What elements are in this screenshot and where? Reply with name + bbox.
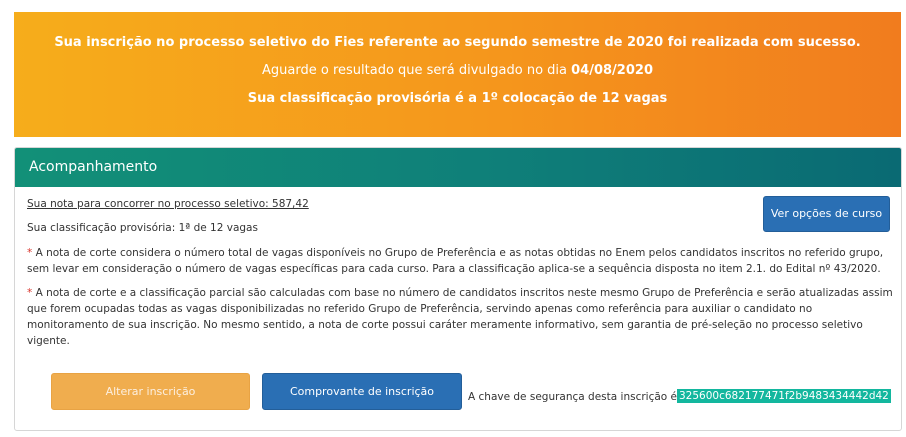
note2-line3: monitoramento de sua inscrição. No mesmo… [27,319,863,331]
classificacao-text: Sua classificação provisória: 1ª de 12 v… [27,222,258,234]
note2-line4: vigente. [27,335,70,347]
note2-line1: * A nota de corte e a classificação parc… [27,287,893,299]
note1-line1-text: A nota de corte considera o número total… [32,247,884,259]
note2-line2: que forem ocupadas todas as vagas dispon… [27,303,813,315]
banner-result-date-value: 04/08/2020 [571,63,653,78]
chave-label: A chave de segurança desta inscrição é: [468,391,681,403]
comprovante-button[interactable]: Comprovante de inscrição [262,373,462,410]
chave-value[interactable]: 325600c682177471f2b9483434442d42 [677,389,891,403]
success-banner: Sua inscrição no processo seletivo do Fi… [14,12,901,137]
note1-line1: * A nota de corte considera o número tot… [27,247,883,259]
banner-result-date-prefix: Aguarde o resultado que será divulgado n… [262,63,572,78]
note1-line2: sem levar em consideração o número de va… [27,263,881,275]
banner-result-date: Aguarde o resultado que será divulgado n… [14,63,901,78]
note2-line1-text: A nota de corte e a classificação parcia… [32,287,893,299]
panel-header: Acompanhamento [15,148,901,187]
alterar-inscricao-button[interactable]: Alterar inscrição [51,373,250,410]
banner-classification: Sua classificação provisória é a 1º colo… [247,91,668,106]
ver-opcoes-button[interactable]: Ver opções de curso [763,196,890,232]
panel-title: Acompanhamento [29,159,158,175]
nota-link[interactable]: Sua nota para concorrer no processo sele… [27,198,309,210]
banner-success-message: Sua inscrição no processo seletivo do Fi… [54,35,861,50]
acompanhamento-panel: Acompanhamento Sua nota para concorrer n… [14,147,902,431]
